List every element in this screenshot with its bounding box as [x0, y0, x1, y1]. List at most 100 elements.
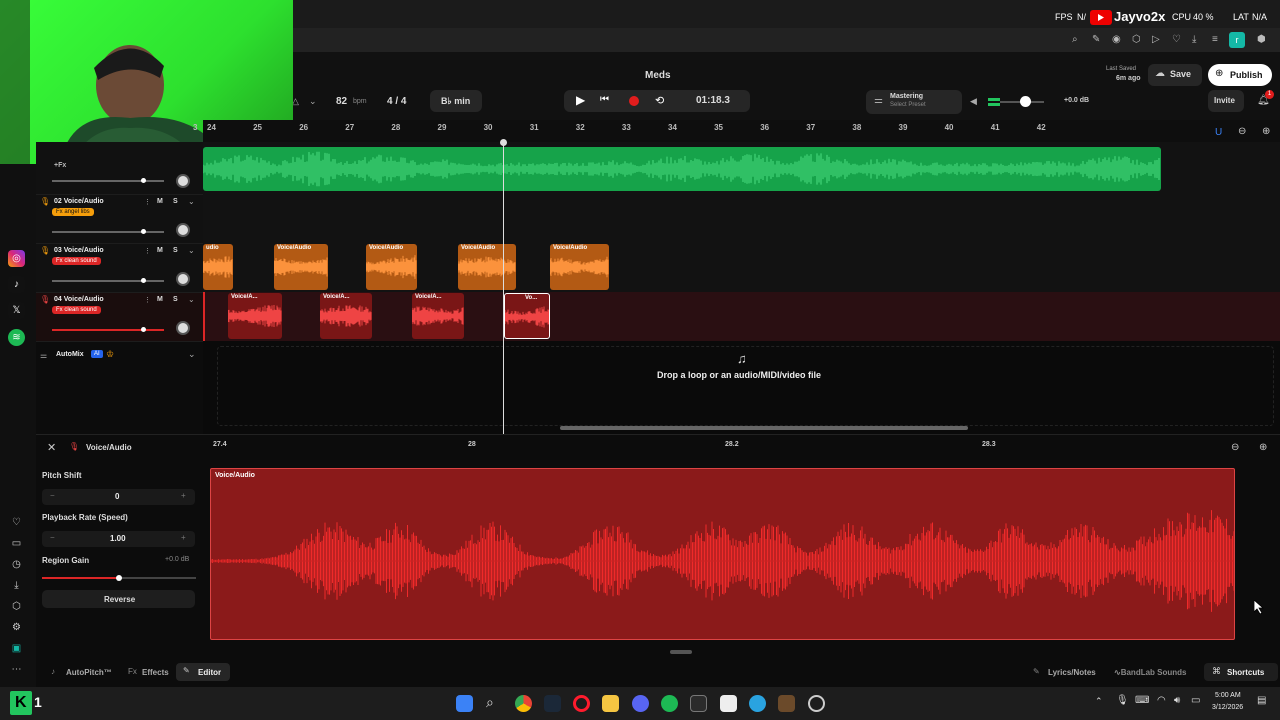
- play-icon[interactable]: ▶: [576, 93, 585, 107]
- track-volume-fader[interactable]: [52, 278, 164, 283]
- app-icon[interactable]: ▣: [8, 640, 25, 657]
- spotify-icon[interactable]: ≋: [8, 329, 25, 346]
- history-icon[interactable]: ◷: [8, 556, 25, 573]
- keyboard-icon[interactable]: ⌨: [1135, 695, 1149, 706]
- track-lane-02[interactable]: [203, 194, 1280, 243]
- tab-bandlab-sounds[interactable]: ∿BandLab Sounds: [1114, 668, 1186, 677]
- more-icon[interactable]: ⋮: [144, 247, 151, 255]
- zoom-out-icon[interactable]: ⊖: [1231, 442, 1239, 453]
- tiktok-icon[interactable]: ♪: [8, 276, 25, 293]
- battery-icon[interactable]: ▭: [1191, 695, 1200, 706]
- cube-icon[interactable]: ⬡: [1132, 34, 1141, 45]
- loop-icon[interactable]: ⟲: [655, 94, 664, 107]
- track-header-04[interactable]: 🎙︎ 04 Voice/Audio Fx clean sound ⋮ M S ⌄: [36, 292, 203, 341]
- menu-icon[interactable]: ≡: [1212, 34, 1218, 45]
- more-icon[interactable]: ⋮: [144, 296, 151, 304]
- zoom-in-icon[interactable]: ⊕: [1259, 442, 1267, 453]
- track-header-02[interactable]: 🎙︎ 02 Voice/Audio Fx angel libs ⋮ M S ⌄: [36, 194, 203, 243]
- region-gain-slider[interactable]: [42, 575, 196, 581]
- audio-clip[interactable]: [203, 147, 1161, 191]
- speaker-icon[interactable]: 🔊︎: [1174, 695, 1180, 706]
- heart-outline-icon[interactable]: ♡: [8, 514, 25, 531]
- tab-effects[interactable]: Effects: [142, 668, 169, 677]
- audio-clip[interactable]: udio: [203, 244, 233, 290]
- settings-icon[interactable]: ⬢: [1257, 34, 1266, 45]
- reverse-button[interactable]: Reverse: [42, 590, 195, 608]
- decrement-button[interactable]: −: [50, 491, 55, 500]
- volume-icon[interactable]: ◀: [970, 96, 977, 107]
- opera-gx-icon[interactable]: [573, 695, 590, 712]
- spotify-icon[interactable]: [661, 695, 678, 712]
- gear-icon[interactable]: ⚙: [8, 619, 25, 636]
- editor-region[interactable]: Voice/Audio: [210, 468, 1235, 640]
- extension-icon[interactable]: r: [1229, 32, 1245, 48]
- steam-icon[interactable]: [544, 695, 561, 712]
- mic-tray-icon[interactable]: 🎙︎: [1116, 695, 1129, 706]
- discord-icon[interactable]: [632, 695, 649, 712]
- wifi-icon[interactable]: ◠: [1157, 695, 1166, 706]
- pitch-shift-stepper[interactable]: − 0 +: [42, 489, 195, 505]
- audio-clip[interactable]: Voice/A...: [320, 293, 372, 339]
- tab-editor[interactable]: ✎ Editor: [176, 663, 230, 681]
- more-icon[interactable]: ⋯: [8, 661, 25, 678]
- magnet-icon[interactable]: U: [1215, 127, 1222, 138]
- fx-tag[interactable]: Fx clean sound: [52, 306, 101, 314]
- track-header-03[interactable]: 🎙︎ 03 Voice/Audio Fx clean sound ⋮ M S ⌄: [36, 243, 203, 292]
- zoom-out-icon[interactable]: ⊖: [1238, 126, 1246, 137]
- timeline-ruler[interactable]: 3 24 25 26 27 28 29 30 31 32 33 34 35 36 37 38 39 40 41 42: [193, 120, 1280, 142]
- horizontal-scrollbar[interactable]: [560, 426, 968, 430]
- playhead[interactable]: [503, 142, 504, 434]
- invite-button[interactable]: Invite: [1208, 90, 1244, 112]
- camera-icon[interactable]: ◉: [1112, 34, 1121, 45]
- audio-clip[interactable]: Voice/A...: [228, 293, 282, 339]
- metronome-icon[interactable]: △: [292, 96, 299, 107]
- editor-ruler[interactable]: 27.4 28 28.2 28.3: [210, 435, 1226, 461]
- key-selector[interactable]: B♭ min: [430, 90, 482, 112]
- decrement-button[interactable]: −: [50, 533, 55, 542]
- record-icon[interactable]: [629, 96, 639, 106]
- solo-button[interactable]: S: [173, 198, 178, 205]
- search-icon[interactable]: ⌕: [1072, 34, 1078, 45]
- clock-time[interactable]: 5:00 AM: [1215, 692, 1241, 699]
- pan-knob[interactable]: [176, 174, 190, 188]
- search-icon[interactable]: ⌕: [486, 694, 494, 711]
- tab-lyrics-notes[interactable]: Lyrics/Notes: [1048, 668, 1096, 677]
- chevron-down-icon[interactable]: ⌄: [309, 96, 317, 107]
- track-lane-04[interactable]: Voice/A... Voice/A... Voice/A... Vo...: [203, 292, 1280, 341]
- x-icon[interactable]: 𝕏: [8, 302, 25, 319]
- heart-icon[interactable]: ♡: [1172, 34, 1181, 45]
- drop-zone[interactable]: ♫ Drop a loop or an audio/MIDI/video fil…: [203, 341, 1280, 434]
- notification-icon[interactable]: ▤: [1257, 695, 1266, 706]
- track-header-01[interactable]: +Fx: [36, 142, 203, 194]
- minecraft-icon[interactable]: [778, 695, 795, 712]
- send-icon[interactable]: ▷: [1152, 34, 1160, 45]
- fx-tag[interactable]: Fx angel libs: [52, 208, 94, 216]
- epic-games-icon[interactable]: [690, 695, 707, 712]
- mute-button[interactable]: M: [157, 198, 163, 205]
- track-lane-03[interactable]: udio Voice/Audio Voice/Audio Voice/Audio…: [203, 243, 1280, 292]
- audio-clip[interactable]: Voice/Audio: [458, 244, 516, 290]
- track-volume-fader[interactable]: [52, 229, 164, 234]
- pan-knob[interactable]: [176, 321, 190, 335]
- audio-clip[interactable]: Voice/Audio: [550, 244, 609, 290]
- chevron-down-icon[interactable]: ⌄: [188, 295, 195, 304]
- solo-button[interactable]: S: [173, 247, 178, 254]
- pan-knob[interactable]: [176, 272, 190, 286]
- save-button[interactable]: ☁ Save: [1148, 64, 1202, 86]
- time-signature[interactable]: 4 / 4: [387, 96, 406, 107]
- mute-button[interactable]: M: [157, 296, 163, 303]
- export-icon[interactable]: ⤓: [8, 577, 25, 594]
- pan-knob[interactable]: [176, 223, 190, 237]
- track-volume-fader[interactable]: [52, 178, 164, 183]
- telegram-icon[interactable]: [749, 695, 766, 712]
- obs-icon[interactable]: [808, 695, 825, 712]
- automix-label[interactable]: AutoMix: [56, 351, 84, 358]
- document-icon[interactable]: [720, 695, 737, 712]
- playback-rate-stepper[interactable]: − 1.00 +: [42, 531, 195, 547]
- track-lane-01[interactable]: [203, 142, 1280, 194]
- publish-button[interactable]: ⊕ Publish: [1208, 64, 1272, 86]
- comment-icon[interactable]: ▭: [8, 535, 25, 552]
- windows-start-icon[interactable]: [456, 695, 473, 712]
- download-icon[interactable]: ⤓: [1192, 34, 1196, 45]
- audio-clip[interactable]: Voice/Audio: [274, 244, 328, 290]
